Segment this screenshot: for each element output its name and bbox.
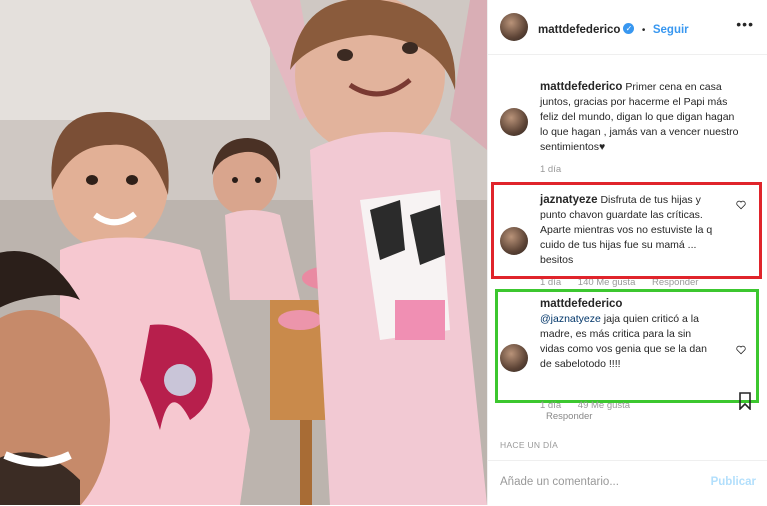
highlight-box-red (491, 182, 762, 279)
post-header: mattdefederico ✓ • Seguir ••• (488, 0, 767, 55)
comment-bar: Añade un comentario... Publicar (488, 460, 767, 506)
header-user-line: mattdefederico ✓ • Seguir (538, 20, 689, 38)
header-separator: • (641, 25, 646, 36)
bookmark-icon[interactable] (738, 392, 752, 410)
avatar[interactable] (500, 13, 528, 41)
follow-button[interactable]: Seguir (653, 24, 689, 36)
post-photo[interactable] (0, 0, 487, 505)
reply-likes[interactable]: 49 Me gusta (578, 400, 630, 411)
post-photo-illustration (0, 0, 487, 505)
reply-time[interactable]: 1 día (540, 400, 561, 411)
verified-badge-icon: ✓ (623, 23, 635, 35)
reply-button[interactable]: Responder (546, 411, 592, 422)
post-timestamp: HACE UN DÍA (500, 440, 559, 450)
more-icon[interactable]: ••• (736, 16, 754, 32)
caption-time[interactable]: 1 día (540, 164, 561, 175)
highlight-box-green (495, 289, 759, 403)
comment-input[interactable]: Añade un comentario... (500, 476, 619, 488)
avatar[interactable] (500, 108, 528, 136)
reply-meta: 1 día 49 Me gusta (540, 400, 630, 411)
publish-button[interactable]: Publicar (711, 476, 756, 488)
header-username[interactable]: mattdefederico (538, 24, 620, 36)
post-side-panel: mattdefederico ✓ • Seguir ••• mattdefeder… (487, 0, 767, 505)
caption-text: mattdefederico Primer cena en casa junto… (540, 80, 740, 155)
caption-username[interactable]: mattdefederico (540, 81, 622, 93)
